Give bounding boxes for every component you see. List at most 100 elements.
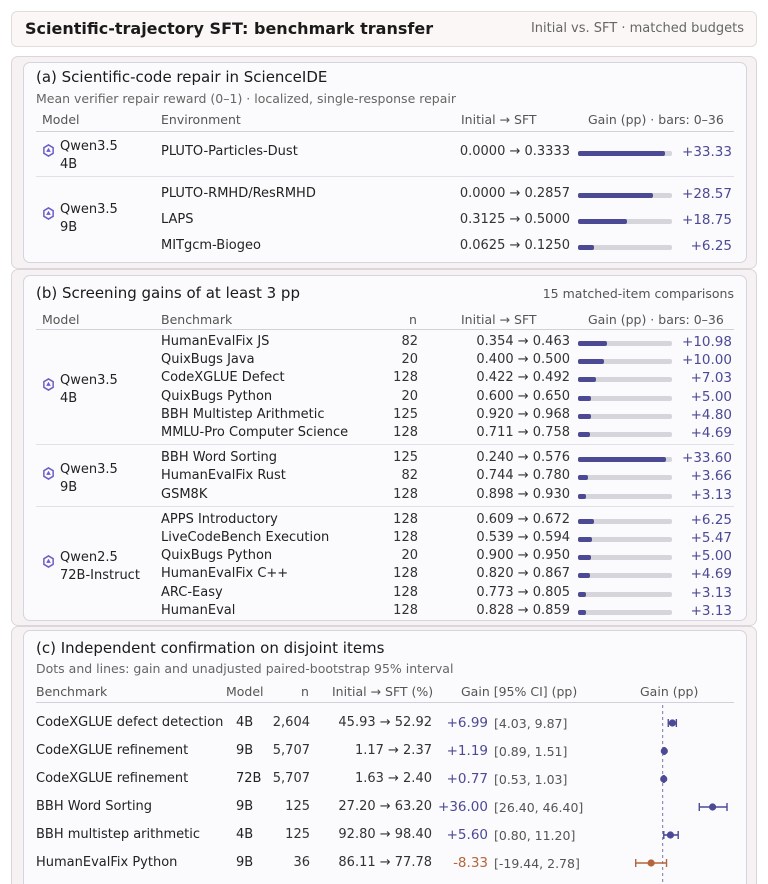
gain-bar-track <box>578 475 672 481</box>
col-header-environment: Environment <box>161 112 241 127</box>
model-size: 4B <box>60 390 78 406</box>
col-header-model: Model <box>42 312 80 327</box>
sample-count: 125 <box>393 406 418 422</box>
gain-value: +7.03 <box>690 370 732 387</box>
env-name: LAPS <box>161 212 194 227</box>
sample-count: 2,604 <box>272 715 310 730</box>
gain-value: +0.77 <box>446 771 488 787</box>
score-change: 0.0625 → 0.1250 <box>459 238 570 253</box>
confidence-interval: [-19.44, 2.78] <box>494 856 580 871</box>
gain-value: +6.25 <box>690 238 732 254</box>
gain-bar-track <box>578 341 672 346</box>
gain-value: +33.60 <box>682 450 732 467</box>
gain-bar-track <box>578 413 672 419</box>
confidence-interval: [4.03, 9.87] <box>494 716 568 731</box>
benchmark-name: BBH Word Sorting <box>161 450 278 466</box>
panel-b-count: 15 matched-item comparisons <box>542 286 734 301</box>
model-size: 4B <box>60 157 78 172</box>
col-header-gain: Gain (pp) · bars: 0–36 <box>588 312 724 327</box>
model-size: 72B-Instruct <box>60 568 140 584</box>
panel-c-title: (c) Independent confirmation on disjoint… <box>36 639 385 657</box>
header-rule <box>36 329 734 330</box>
gain-value: +1.19 <box>446 743 488 759</box>
gain-bar-track <box>578 591 672 597</box>
confidence-interval: [26.40, 46.40] <box>494 800 584 815</box>
gain-bar <box>578 193 653 198</box>
gain-point <box>708 803 717 811</box>
sample-count: 20 <box>401 388 418 404</box>
benchmark-name: HumanEval <box>161 602 236 618</box>
sample-count: 20 <box>401 548 418 564</box>
gain-point <box>666 831 675 839</box>
page-subtitle: Initial vs. SFT · matched budgets <box>530 21 744 36</box>
gain-value: +6.99 <box>446 715 488 731</box>
col-header-gain: Gain (pp) · bars: 0–36 <box>588 112 724 127</box>
gain-value: +4.69 <box>690 425 732 441</box>
gain-value: +5.00 <box>690 388 732 405</box>
panel-b-frame: (b) Screening gains of at least 3 pp 15 … <box>11 269 757 626</box>
gain-bar <box>578 359 605 365</box>
benchmark-name: ARC-Easy <box>161 584 223 600</box>
gain-bar <box>578 609 587 615</box>
model-label: Qwen3.5 4B <box>60 372 118 408</box>
gain-bar <box>578 413 591 419</box>
model-size: 9B <box>236 743 254 758</box>
qwen-icon <box>43 207 54 220</box>
gain-bar <box>578 573 591 579</box>
col-header-n: n <box>301 684 309 699</box>
model-label: Qwen2.5 72B-Instruct <box>60 549 140 585</box>
gain-bar <box>578 341 607 346</box>
model-name: Qwen3.5 <box>60 372 118 388</box>
gain-bar-track <box>578 193 672 198</box>
benchmark-name: CodeXGLUE refinement <box>36 743 189 758</box>
model-label: Qwen3.5 9B <box>60 201 118 237</box>
col-header-gain-ci: Gain [95% CI] (pp) <box>461 684 578 699</box>
gain-bar <box>578 219 627 224</box>
benchmark-name: BBH Multistep Arithmetic <box>161 406 325 422</box>
gain-bar <box>578 591 587 597</box>
score-change: 0.422 → 0.492 <box>476 370 570 386</box>
gain-point <box>668 719 676 727</box>
sample-count: 128 <box>393 566 418 582</box>
group-divider <box>36 505 734 507</box>
gain-value: +3.13 <box>690 584 732 601</box>
sample-count: 125 <box>285 827 310 842</box>
gain-bar <box>578 377 597 383</box>
gain-bar <box>578 151 666 156</box>
gain-bar <box>578 555 592 561</box>
env-name: MITgcm-Biogeo <box>161 238 261 253</box>
benchmark-name: APPS Introductory <box>161 511 278 527</box>
gain-value: +36.00 <box>438 799 488 815</box>
score-change: 0.354 → 0.463 <box>476 334 570 349</box>
score-change: 86.11 → 77.78 <box>338 855 432 870</box>
qwen-icon <box>43 466 54 480</box>
gain-bar <box>578 457 666 463</box>
score-change: 0.744 → 0.780 <box>476 468 570 484</box>
col-header-n: n <box>409 312 417 327</box>
gain-value: +28.57 <box>682 186 732 202</box>
confidence-interval: [0.53, 1.03] <box>494 772 568 787</box>
gain-bar-track <box>578 518 672 524</box>
gain-value: +33.33 <box>682 144 732 160</box>
model-size: 9B <box>236 855 254 870</box>
sample-count: 128 <box>393 511 418 527</box>
model-size: 9B <box>60 220 78 235</box>
sample-count: 128 <box>393 602 418 618</box>
score-change: 0.0000 → 0.3333 <box>459 144 570 159</box>
gain-bar <box>578 537 593 542</box>
score-change: 45.93 → 52.92 <box>338 715 432 730</box>
gain-value: +4.80 <box>690 406 732 423</box>
sample-count: 36 <box>293 855 310 870</box>
benchmark-name: HumanEvalFix Python <box>36 855 178 870</box>
env-name: PLUTO-Particles-Dust <box>161 144 298 159</box>
gain-point <box>647 859 655 867</box>
gain-bar <box>578 395 592 401</box>
score-change: 0.600 → 0.650 <box>476 388 570 404</box>
sample-count: 125 <box>285 799 310 814</box>
sample-count: 128 <box>393 530 418 545</box>
panel-c-frame: (c) Independent confirmation on disjoint… <box>11 626 757 884</box>
gain-bar-track <box>578 537 672 542</box>
gain-value: +4.69 <box>690 566 732 583</box>
gain-value: +18.75 <box>682 212 732 228</box>
gain-bar-track <box>578 457 672 463</box>
